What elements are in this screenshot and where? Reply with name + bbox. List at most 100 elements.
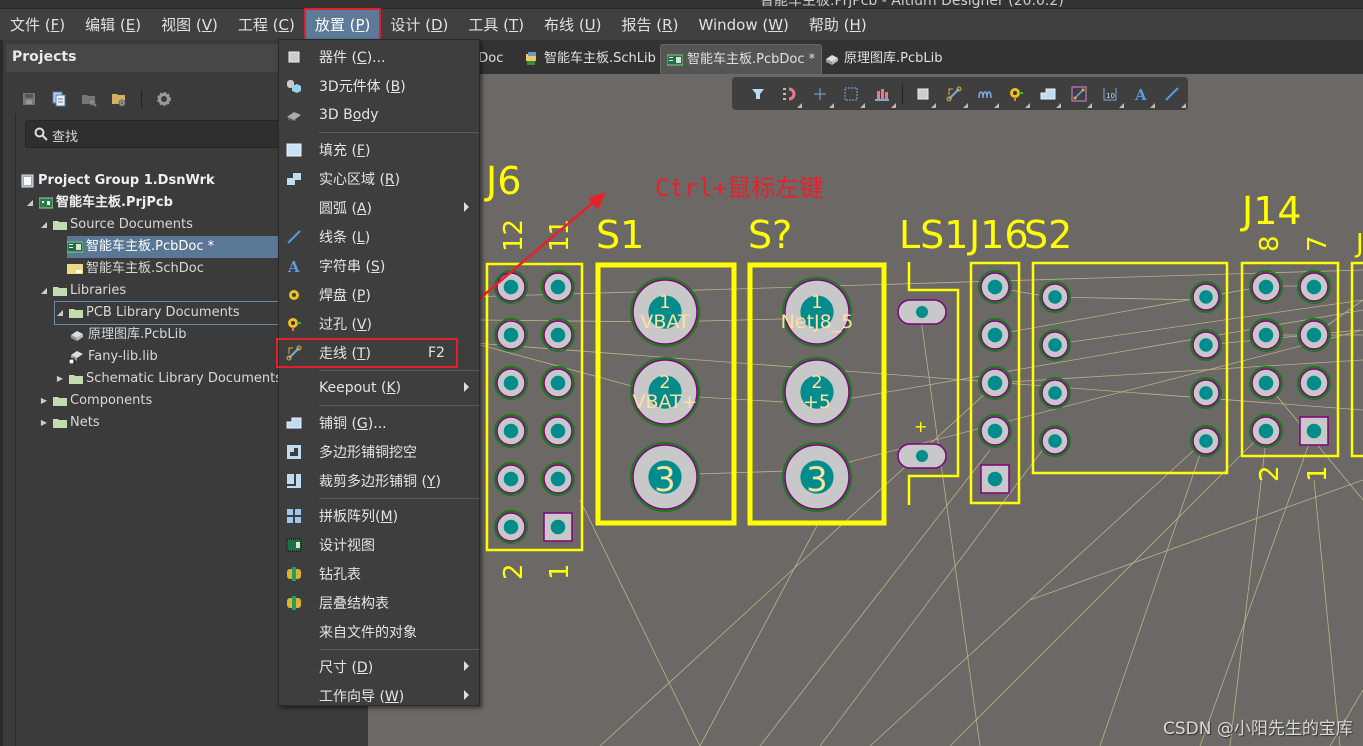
tree-item[interactable]: 原理图库.PcbLib	[69, 324, 186, 346]
select-rect-button[interactable]	[836, 77, 867, 110]
pcb-project-icon	[39, 197, 53, 209]
menu-10[interactable]: 帮助 (H)	[799, 9, 877, 41]
accelerator-key: C	[356, 49, 367, 66]
label-close: )...	[366, 49, 386, 66]
expanded-arrow-icon[interactable]: ◢	[55, 302, 65, 324]
menu-item-label: 铺铜 (G)...	[319, 413, 387, 433]
dimension-button[interactable]: 10	[1094, 77, 1125, 110]
tree-item[interactable]: ▶ Schematic Library Documents	[55, 368, 282, 390]
crosshair-button[interactable]	[804, 77, 835, 110]
label-text: 视图 (	[161, 15, 202, 34]
place-menu-item[interactable]: 焊盘 (P)	[279, 280, 479, 309]
accelerator-key: W	[768, 15, 784, 34]
tree-item[interactable]: 智能车主板.PcbDoc *	[67, 236, 281, 258]
pad-icon	[286, 287, 302, 303]
place-menu-item[interactable]: 线条 (L)	[279, 222, 479, 251]
place-menu-item[interactable]: 多边形铺铜挖空	[279, 437, 479, 466]
tree-item[interactable]: ▶ Nets	[39, 412, 100, 434]
tree-item[interactable]: ◢ Libraries	[39, 280, 126, 302]
menu-2[interactable]: 视图 (V)	[151, 9, 228, 41]
menu-item-label: 实心区域 (R)	[319, 169, 400, 189]
label-close: )	[398, 688, 405, 705]
doc-tab[interactable]: 原理图库.PcbLib	[818, 44, 948, 74]
place-menu-item[interactable]: 拼板阵列(M)	[279, 501, 479, 530]
silkscreen-text: 1	[1303, 465, 1333, 482]
menu-6[interactable]: 工具 (T)	[458, 9, 534, 41]
doc-tab[interactable]: 智能车主板.SchLib	[518, 44, 662, 74]
menu-1[interactable]: 编辑 (E)	[75, 9, 151, 41]
collapsed-arrow-icon[interactable]: ▶	[39, 390, 49, 412]
route-button[interactable]	[938, 77, 969, 110]
via-button[interactable]	[1001, 77, 1032, 110]
menu-0[interactable]: 文件 (F)	[0, 9, 75, 41]
folder-settings-icon[interactable]	[111, 91, 127, 107]
doc-tab[interactable]: 智能车主板.PcbDoc *	[660, 44, 823, 74]
tree-item[interactable]: ◢ 智能车主板.PrjPcb	[25, 192, 173, 214]
polygon-cutout-icon	[286, 444, 302, 460]
interactive-route-button[interactable]	[1063, 77, 1094, 110]
tree-item[interactable]: ◢ Source Documents	[39, 214, 193, 236]
silkscreen-text: 1	[545, 563, 575, 580]
place-menu-item[interactable]: A 字符串 (S)	[279, 251, 479, 280]
silkscreen-text: 11	[545, 219, 575, 252]
label-close: )	[365, 287, 371, 304]
menu-8[interactable]: 报告 (R)	[612, 9, 689, 41]
label-text: 器件 (	[319, 49, 357, 66]
tree-item[interactable]: ▶ Components	[39, 390, 152, 412]
place-menu-item[interactable]: 圆弧 (A)	[279, 193, 479, 222]
text-button[interactable]: A	[1126, 77, 1157, 110]
tree-item-label: Source Documents	[70, 217, 193, 232]
via-icon	[1008, 86, 1024, 102]
place-menu-item[interactable]: 过孔 (V)	[279, 309, 479, 338]
pad-hole	[503, 471, 519, 487]
place-menu-item[interactable]: 来自文件的对象	[279, 617, 479, 646]
place-menu-item[interactable]: 层叠结构表	[279, 588, 479, 617]
align-button[interactable]	[867, 77, 898, 110]
expanded-arrow-icon[interactable]: ◢	[25, 192, 35, 214]
pcb-canvas[interactable]: J612 112 1S11VBAT2VBAT+3S?1NetJ8_52+53LS1+…	[368, 74, 1363, 746]
save-icon[interactable]	[21, 91, 37, 107]
menu-5[interactable]: 设计 (D)	[380, 9, 458, 41]
menu-4[interactable]: 放置 (P)	[303, 7, 382, 42]
place-menu-item[interactable]: 器件 (C)...	[279, 42, 479, 71]
place-menu-item[interactable]: 填充 (F)	[279, 135, 479, 164]
place-menu-item[interactable]: 尺寸 (D)	[279, 652, 479, 681]
magnet-button[interactable]	[773, 77, 804, 110]
expanded-arrow-icon[interactable]: ◢	[39, 280, 49, 302]
tree-item[interactable]: ◢ PCB Library Documents	[54, 301, 282, 325]
place-menu-item[interactable]: 设计视图	[279, 530, 479, 559]
place-menu-item[interactable]: 工作向导 (W)	[279, 681, 479, 710]
menu-3[interactable]: 工程 (C)	[228, 9, 305, 41]
browse-folder-icon[interactable]	[81, 91, 97, 107]
menu-9[interactable]: Window (W)	[688, 9, 798, 41]
place-menu-item[interactable]: Keepout (K)	[279, 373, 479, 402]
accelerator-key: R	[662, 15, 673, 34]
accelerator-key: A	[356, 200, 367, 217]
copy-docs-icon[interactable]	[51, 91, 67, 107]
place-menu-item[interactable]: 实心区域 (R)	[279, 164, 479, 193]
polygon-button[interactable]	[1032, 77, 1063, 110]
menu-7[interactable]: 布线 (U)	[534, 9, 611, 41]
tree-item[interactable]: Fany-lib.lib	[69, 346, 158, 368]
collapsed-arrow-icon[interactable]: ▶	[39, 412, 49, 434]
tree-item[interactable]: 智能车主板.SchDoc	[67, 258, 204, 280]
place-menu-item[interactable]: 铺铜 (G)...	[279, 408, 479, 437]
place-menu-item[interactable]: 钻孔表	[279, 559, 479, 588]
panel-array-icon	[286, 508, 302, 524]
place-menu-item[interactable]: 3D元件体 (B)	[279, 71, 479, 100]
line-button[interactable]	[1157, 77, 1188, 110]
place-menu-item[interactable]: 3D Body	[279, 100, 479, 129]
filter-button[interactable]	[742, 77, 773, 110]
pad-hole	[550, 471, 566, 487]
collapsed-arrow-icon[interactable]: ▶	[55, 368, 65, 390]
silkscreen-text: VBAT	[640, 311, 690, 333]
component-button[interactable]	[907, 77, 938, 110]
place-menu-item[interactable]: 裁剪多边形铺铜 (Y)	[279, 466, 479, 495]
expanded-arrow-icon[interactable]: ◢	[39, 214, 49, 236]
pad-hole	[1199, 338, 1213, 352]
layer-stack-table-icon	[286, 595, 302, 611]
gear-icon[interactable]	[156, 91, 172, 107]
submenu-arrow-icon	[464, 661, 469, 671]
tree-item[interactable]: Project Group 1.DsnWrk	[21, 170, 215, 192]
diff-pair-button[interactable]	[970, 77, 1001, 110]
